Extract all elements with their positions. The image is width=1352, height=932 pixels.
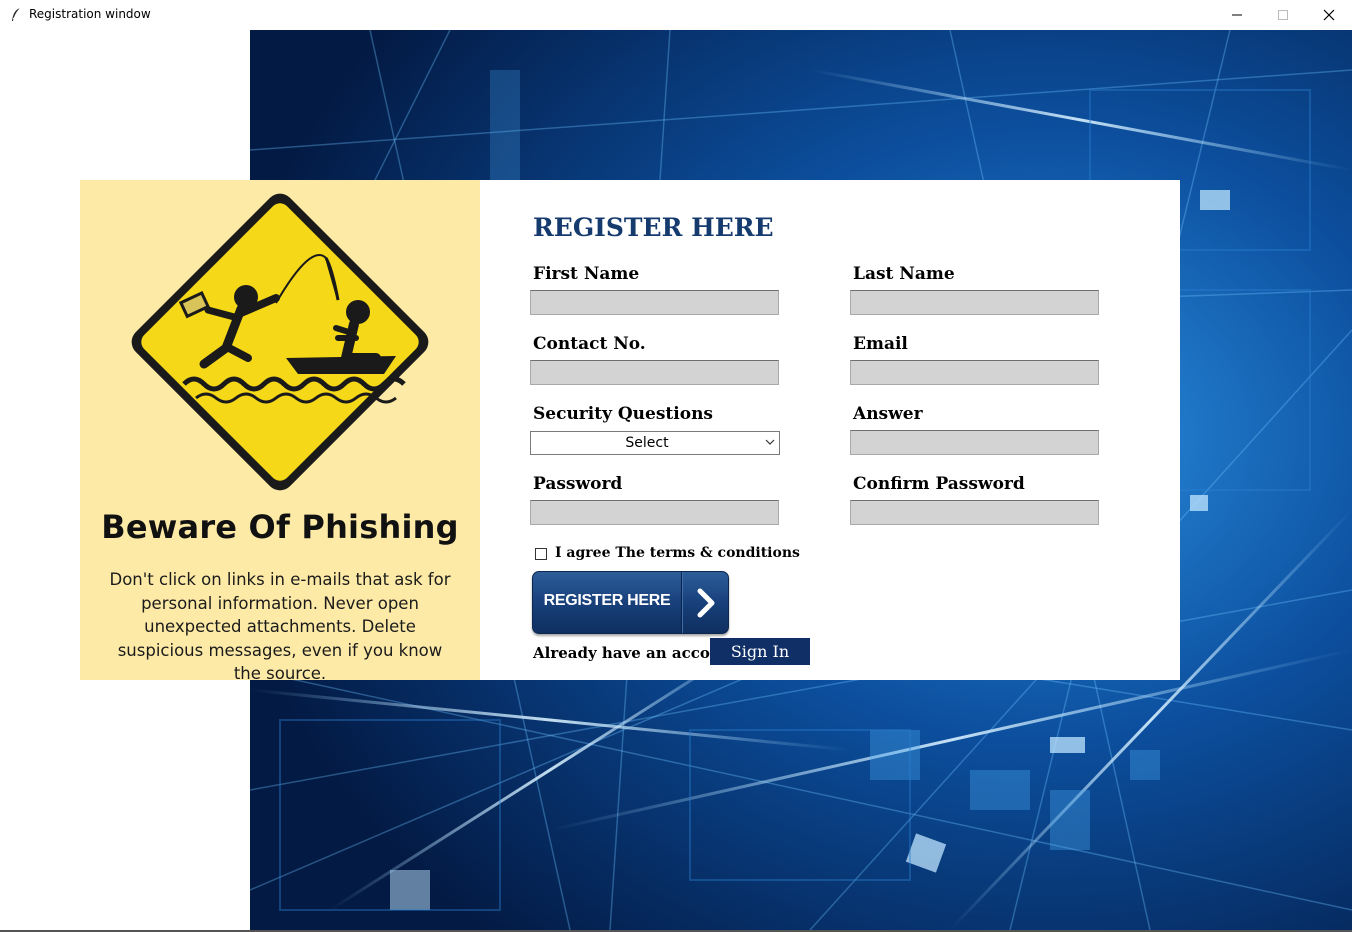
- confirm-password-label: Confirm Password: [853, 474, 1025, 494]
- sign-in-button[interactable]: Sign In: [710, 638, 810, 665]
- maximize-icon: [1278, 10, 1288, 20]
- title-bar: Registration window: [0, 0, 1352, 30]
- contact-input[interactable]: [530, 360, 779, 385]
- chevron-right-icon: [697, 588, 715, 618]
- register-button-label: REGISTER HERE: [543, 592, 671, 609]
- phishing-heading: Beware Of Phishing: [101, 508, 459, 546]
- security-question-value: Select: [625, 435, 669, 451]
- terms-checkbox[interactable]: [535, 548, 547, 560]
- last-name-label: Last Name: [853, 264, 955, 284]
- form-heading: REGISTER HERE: [533, 213, 774, 242]
- phishing-warning-panel: Beware Of Phishing Don't click on links …: [80, 180, 480, 683]
- maximize-button[interactable]: [1260, 0, 1306, 30]
- window-title: Registration window: [29, 7, 151, 21]
- feather-icon: [10, 7, 22, 23]
- contact-label: Contact No.: [533, 334, 646, 354]
- confirm-password-input[interactable]: [850, 500, 1099, 525]
- minimize-icon: [1232, 14, 1242, 16]
- registration-form: REGISTER HERE First Name Last Name Conta…: [480, 180, 1180, 680]
- last-name-input[interactable]: [850, 290, 1099, 315]
- security-question-label: Security Questions: [533, 404, 714, 424]
- answer-label: Answer: [853, 404, 923, 424]
- email-label: Email: [853, 334, 908, 354]
- password-label: Password: [533, 474, 623, 494]
- first-name-input[interactable]: [530, 290, 779, 315]
- email-input[interactable]: [850, 360, 1099, 385]
- minimize-button[interactable]: [1214, 0, 1260, 30]
- register-button-divider: [681, 572, 683, 633]
- close-button[interactable]: [1306, 0, 1352, 30]
- phishing-message: Don't click on links in e-mails that ask…: [109, 570, 451, 683]
- register-button[interactable]: REGISTER HERE: [532, 571, 729, 634]
- password-input[interactable]: [530, 500, 779, 525]
- first-name-label: First Name: [533, 264, 640, 284]
- security-question-select[interactable]: Select: [530, 431, 780, 455]
- close-icon: [1323, 9, 1335, 21]
- phishing-warning-sign: [126, 188, 434, 500]
- chevron-down-icon: [765, 439, 775, 445]
- answer-input[interactable]: [850, 430, 1099, 455]
- terms-label: I agree The terms & conditions: [555, 545, 800, 561]
